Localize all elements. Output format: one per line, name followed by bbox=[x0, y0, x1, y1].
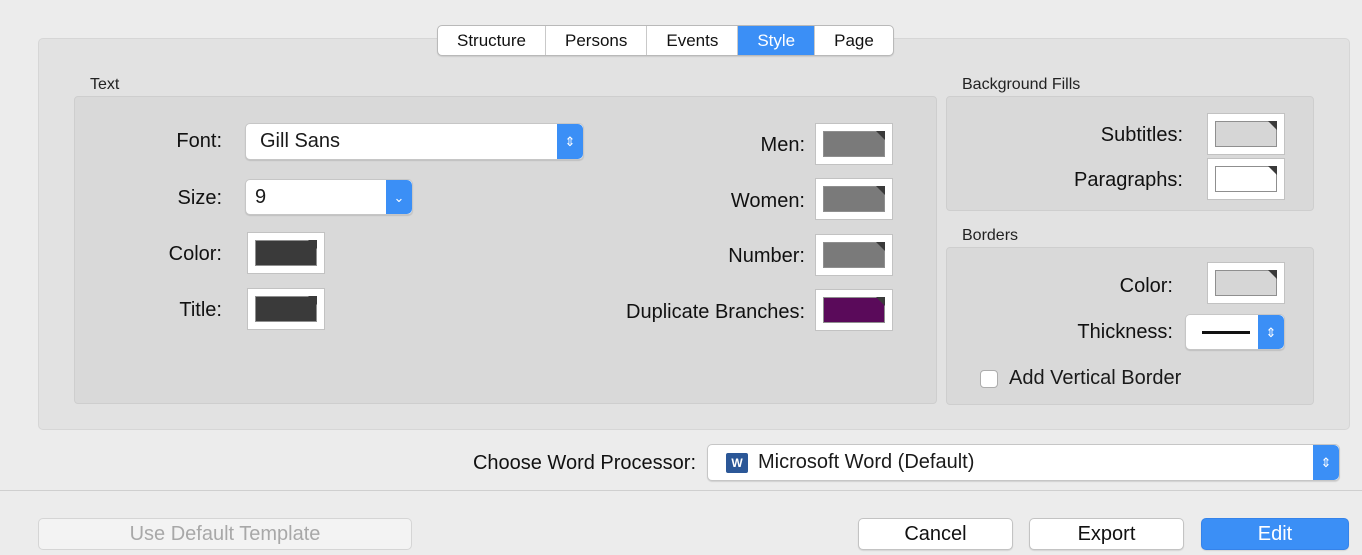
title-color-swatch bbox=[255, 296, 317, 322]
edit-button[interactable]: Edit bbox=[1201, 518, 1349, 550]
updown-chevron-icon: ⇕ bbox=[1258, 315, 1284, 349]
title-label: Title: bbox=[179, 299, 222, 321]
thickness-label: Thickness: bbox=[1077, 321, 1173, 343]
tab-events[interactable]: Events bbox=[647, 26, 739, 55]
background-fills-title: Background Fills bbox=[962, 76, 1081, 93]
duplicate-branches-label: Duplicate Branches: bbox=[626, 301, 805, 323]
women-color-swatch bbox=[823, 186, 885, 212]
line-thickness-icon bbox=[1202, 331, 1250, 334]
number-color-swatch bbox=[823, 242, 885, 268]
border-color-well[interactable] bbox=[1207, 262, 1285, 304]
men-color-swatch bbox=[823, 131, 885, 157]
women-label: Women: bbox=[730, 190, 805, 212]
color-label: Color: bbox=[168, 243, 222, 265]
number-label: Number: bbox=[728, 245, 805, 267]
subtitles-label: Subtitles: bbox=[1100, 124, 1183, 146]
font-value: Gill Sans bbox=[260, 130, 341, 152]
subtitles-fill-well[interactable] bbox=[1207, 113, 1285, 155]
size-select[interactable]: 9 ⌄ bbox=[245, 179, 413, 215]
border-color-swatch bbox=[1215, 270, 1277, 296]
tab-style[interactable]: Style bbox=[738, 26, 816, 55]
chevron-down-icon: ⌄ bbox=[386, 180, 412, 214]
border-color-label: Color: bbox=[1119, 275, 1173, 297]
word-processor-value: Microsoft Word (Default) bbox=[758, 451, 975, 473]
duplicate-branches-color-well[interactable] bbox=[815, 289, 893, 331]
text-color-well[interactable] bbox=[247, 232, 325, 274]
women-color-well[interactable] bbox=[815, 178, 893, 220]
font-label: Font: bbox=[176, 130, 222, 152]
title-color-well[interactable] bbox=[247, 288, 325, 330]
updown-chevron-icon: ⇕ bbox=[1313, 445, 1339, 480]
text-color-swatch bbox=[255, 240, 317, 266]
number-color-well[interactable] bbox=[815, 234, 893, 276]
add-vertical-border-label: Add Vertical Border bbox=[1009, 367, 1182, 389]
word-processor-label: Choose Word Processor: bbox=[472, 452, 696, 474]
tab-structure[interactable]: Structure bbox=[438, 26, 546, 55]
size-label: Size: bbox=[177, 187, 222, 209]
size-value: 9 bbox=[255, 186, 267, 208]
footer-divider bbox=[0, 490, 1362, 491]
paragraphs-fill-swatch bbox=[1215, 166, 1277, 192]
export-button[interactable]: Export bbox=[1029, 518, 1184, 550]
tab-bar: Structure Persons Events Style Page bbox=[437, 25, 894, 56]
paragraphs-fill-well[interactable] bbox=[1207, 158, 1285, 200]
use-default-template-button[interactable]: Use Default Template bbox=[38, 518, 412, 550]
tab-page[interactable]: Page bbox=[815, 26, 893, 55]
cancel-button[interactable]: Cancel bbox=[858, 518, 1013, 550]
borders-title: Borders bbox=[962, 227, 1019, 244]
tab-persons[interactable]: Persons bbox=[546, 26, 648, 55]
subtitles-fill-swatch bbox=[1215, 121, 1277, 147]
paragraphs-label: Paragraphs: bbox=[1074, 169, 1183, 191]
microsoft-word-icon: W bbox=[726, 453, 748, 473]
thickness-select[interactable]: ⇕ bbox=[1185, 314, 1285, 350]
text-group-title: Text bbox=[90, 76, 120, 93]
word-processor-select[interactable]: W Microsoft Word (Default) ⇕ bbox=[707, 444, 1340, 481]
duplicate-branches-color-swatch bbox=[823, 297, 885, 323]
add-vertical-border-checkbox[interactable] bbox=[980, 370, 998, 388]
men-color-well[interactable] bbox=[815, 123, 893, 165]
men-label: Men: bbox=[760, 134, 805, 156]
